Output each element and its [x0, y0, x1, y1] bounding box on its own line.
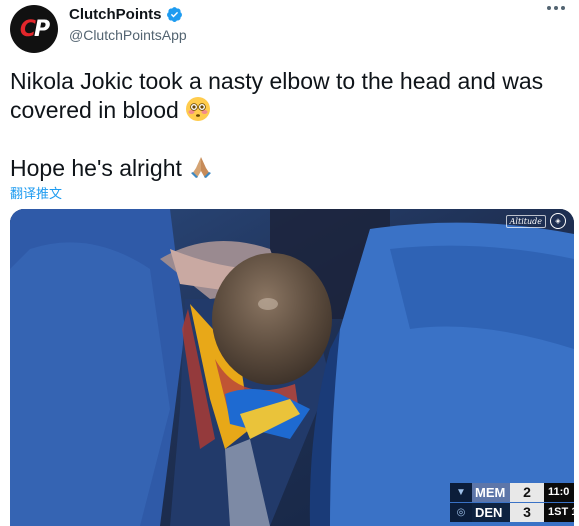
more-options-icon[interactable] [547, 6, 565, 10]
scoreboard: ▼ MEM 2 11:0 ◎ DEN 3 1ST 1 [450, 483, 574, 522]
author-name-row: ClutchPoints [69, 6, 183, 23]
team2-score: 3 [510, 503, 544, 522]
scoreboard-row-team1: ▼ MEM 2 11:0 [450, 483, 574, 502]
network-logo: Altitude [505, 214, 546, 228]
author-handle[interactable]: @ClutchPointsApp [69, 27, 187, 43]
broadcast-bug: Altitude ◈ [505, 213, 566, 229]
tweet-text: Nikola Jokic took a nasty elbow to the h… [10, 67, 565, 183]
grizzlies-logo-icon: ▼ [450, 483, 472, 502]
game-period: 1ST 1 [544, 503, 574, 522]
verified-badge-icon [166, 7, 182, 22]
clutchpoints-logo: CP [19, 16, 50, 42]
tweet-line-1: Nikola Jokic took a nasty elbow to the h… [10, 68, 544, 94]
nuggets-logo-icon: ◈ [550, 213, 566, 229]
team1-abbr: MEM [472, 483, 510, 502]
game-clock: 11:0 [544, 483, 574, 502]
flushed-face-icon [186, 97, 211, 121]
tweet-line-2: covered in blood [10, 97, 179, 123]
nuggets-logo-icon: ◎ [450, 503, 472, 522]
folded-hands-icon [191, 157, 212, 178]
team2-abbr: DEN [472, 503, 510, 522]
tweet-media-image[interactable]: Altitude ◈ ▼ MEM 2 11:0 ◎ DEN 3 1ST 1 [10, 209, 574, 526]
translate-tweet-link[interactable]: 翻译推文 [10, 183, 62, 202]
scoreboard-row-team2: ◎ DEN 3 1ST 1 [450, 503, 574, 522]
display-name[interactable]: ClutchPoints [69, 6, 162, 23]
tweet-line-3: Hope he's alright [10, 155, 182, 181]
broadcast-frame [10, 209, 574, 526]
avatar[interactable]: CP [10, 5, 58, 53]
team1-score: 2 [510, 483, 544, 502]
